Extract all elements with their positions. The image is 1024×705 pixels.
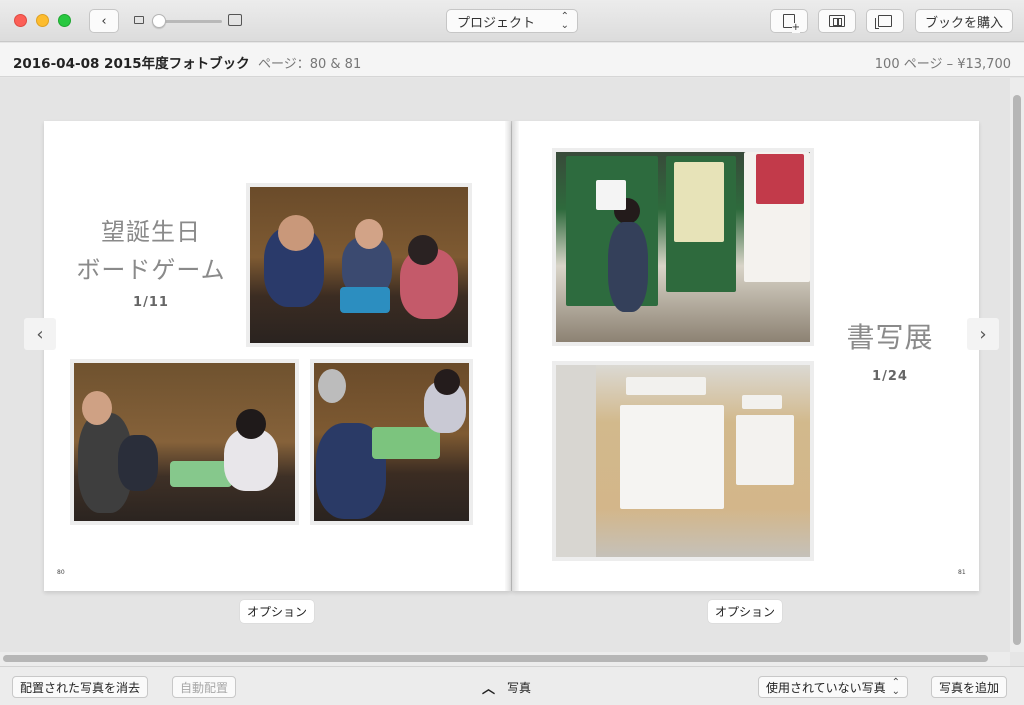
add-photos-button[interactable]: 写真を追加 <box>931 676 1008 698</box>
photo-image <box>314 363 469 521</box>
photo-calligraphy-2[interactable] <box>552 361 814 561</box>
minimize-window-button[interactable] <box>36 14 49 27</box>
horizontal-scrollbar[interactable] <box>0 652 1010 666</box>
book-settings-button[interactable] <box>866 9 904 33</box>
close-window-button[interactable] <box>14 14 27 27</box>
right-title: 書写展 <box>846 321 934 354</box>
next-page-button[interactable]: › <box>967 318 999 350</box>
zoom-window-button[interactable] <box>58 14 71 27</box>
right-photo-count: 1/24 <box>872 369 908 384</box>
photo-image <box>74 363 295 521</box>
chevron-right-icon: › <box>979 323 987 345</box>
project-select[interactable]: プロジェクト ⌃ ⌄ <box>446 9 578 33</box>
left-page-text[interactable]: 望誕生日 ボードゲーム 1/11 <box>76 213 226 310</box>
back-button[interactable]: ‹ <box>89 9 119 33</box>
left-title-line1: 望誕生日 <box>101 218 201 246</box>
photo-filter-select[interactable]: 使用されていない写真 ⌃ ⌄ <box>758 676 909 698</box>
slider-knob[interactable] <box>152 14 166 28</box>
large-photo-icon <box>228 14 242 26</box>
project-select-label: プロジェクト <box>457 15 536 31</box>
small-photo-icon <box>134 16 144 24</box>
photo-image <box>556 152 810 342</box>
add-pages-button[interactable] <box>770 9 808 33</box>
photo-calligraphy-1[interactable] <box>552 148 814 346</box>
right-page-number: 81 <box>958 569 966 576</box>
left-page[interactable]: 望誕生日 ボードゲーム 1/11 80 <box>44 121 511 591</box>
photo-boardgame-2[interactable] <box>70 359 299 525</box>
book-spine <box>505 121 519 591</box>
photo-filter-label: 使用されていない写真 <box>766 680 886 695</box>
autofill-button[interactable]: 自動配置 <box>172 676 237 698</box>
photo-boardgame-1[interactable] <box>246 183 472 347</box>
page-numbers: ページ：80 & 81 <box>258 57 362 72</box>
chevron-left-icon: ‹ <box>101 13 107 29</box>
previous-page-button[interactable]: ‹ <box>24 318 56 350</box>
bottom-bar: 配置された写真を消去 自動配置 ︿ 写真 使用されていない写真 ⌃ ⌄ 写真を追加 <box>0 666 1024 705</box>
buy-book-button[interactable]: ブックを購入 <box>915 9 1013 33</box>
toolbar: ‹ プロジェクト ⌃⌄ ブックを購入 <box>0 0 1024 42</box>
photo-image <box>250 187 468 343</box>
layout-button[interactable] <box>818 9 856 33</box>
add-page-icon <box>783 14 800 33</box>
updown-chevron-icon: ⌃ ⌄ <box>560 11 569 31</box>
photo-image <box>556 365 810 557</box>
photos-toggle-label: 写真 <box>507 681 532 695</box>
pages-icon <box>875 15 892 29</box>
left-photo-count: 1/11 <box>133 295 169 310</box>
right-page[interactable]: 書写展 1/24 81 <box>512 121 979 591</box>
info-bar: 2016-04-08 2015年度フォトブック ページ：80 & 81 100 … <box>0 43 1024 77</box>
clear-placed-photos-button[interactable]: 配置された写真を消去 <box>12 676 149 698</box>
photo-boardgame-3[interactable] <box>310 359 473 525</box>
layout-icon <box>829 15 845 27</box>
left-page-options-button[interactable]: オプション <box>240 600 315 623</box>
chevron-up-icon: ︿ <box>482 682 496 697</box>
left-page-number: 80 <box>57 569 65 576</box>
book-price: 100 ページ – ¥13,700 <box>874 57 1011 72</box>
left-title-line2: ボードゲーム <box>76 256 226 284</box>
right-page-options-button[interactable]: オプション <box>708 600 783 623</box>
zoom-slider[interactable] <box>134 12 244 30</box>
horizontal-scroll-thumb[interactable] <box>3 655 988 662</box>
chevron-left-icon: ‹ <box>36 323 44 345</box>
vertical-scroll-thumb[interactable] <box>1013 95 1021 645</box>
photos-panel-toggle[interactable]: ︿ 写真 <box>482 678 531 697</box>
updown-chevron-icon: ⌃ ⌄ <box>891 677 901 697</box>
right-page-text[interactable]: 書写展 1/24 <box>830 319 950 384</box>
vertical-scrollbar[interactable] <box>1010 78 1024 652</box>
book-title: 2016-04-08 2015年度フォトブック <box>13 56 250 72</box>
